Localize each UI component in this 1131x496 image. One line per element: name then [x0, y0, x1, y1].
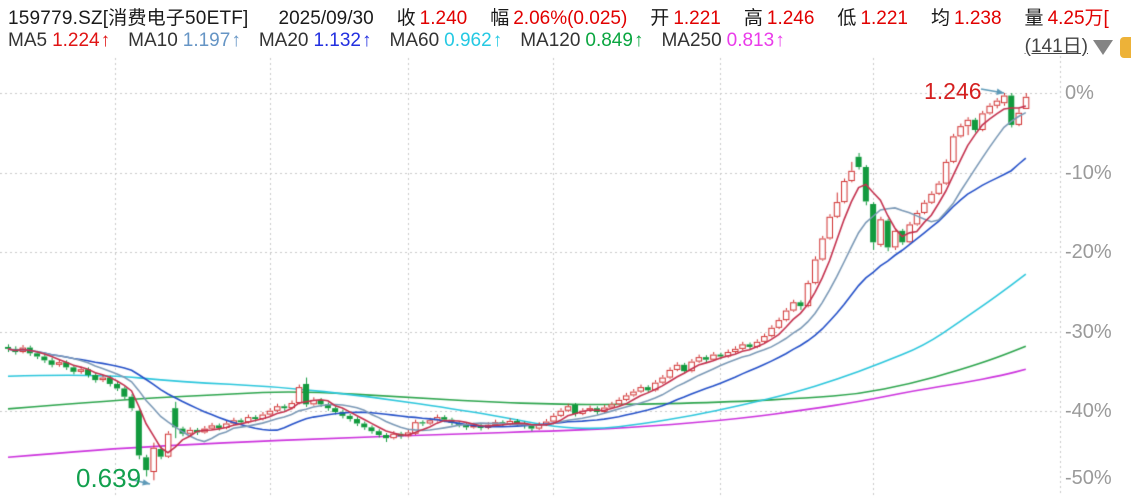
stock-chart-window: { "header": { "symbol": "159779.SZ[消费电子5…	[0, 0, 1131, 496]
up-arrow-icon: ↑	[362, 30, 372, 51]
ma250-legend: MA2500.813↑	[661, 30, 784, 52]
y-axis-label: -10%	[1065, 162, 1129, 185]
y-axis-label: -30%	[1065, 321, 1129, 344]
up-arrow-icon: ↑	[775, 30, 785, 51]
symbol-title: 159779.SZ[消费电子50ETF]	[8, 3, 249, 30]
period-selector[interactable]: (141日)	[1025, 31, 1088, 58]
ma10-legend: MA101.197↑	[128, 30, 241, 52]
ma-legend: MA51.224↑ MA101.197↑ MA201.132↑ MA600.96…	[8, 30, 803, 52]
clipped-button[interactable]	[1120, 37, 1131, 58]
y-axis-label: -50%	[1065, 467, 1129, 490]
ma5-legend: MA51.224↑	[8, 30, 110, 52]
up-arrow-icon: ↑	[101, 30, 111, 51]
high-price-label: 1.246	[924, 78, 982, 105]
quote-header: 159779.SZ[消费电子50ETF] 2025/09/30 收1.240 幅…	[8, 3, 1109, 30]
field-high: 高1.246	[744, 3, 815, 30]
up-arrow-icon: ↑	[493, 30, 503, 51]
field-avg: 均1.238	[931, 3, 1002, 30]
quote-date: 2025/09/30	[279, 8, 374, 30]
up-arrow-icon: ↑	[634, 30, 644, 51]
ma120-legend: MA1200.849↑	[520, 30, 643, 52]
candlestick-chart[interactable]	[0, 0, 1131, 496]
up-arrow-icon: ↑	[231, 30, 241, 51]
ma20-legend: MA201.132↑	[259, 30, 372, 52]
y-axis-label: -20%	[1065, 241, 1129, 264]
field-change: 幅2.06%(0.025)	[490, 3, 627, 30]
field-volume: 量4.25万[	[1025, 3, 1109, 30]
y-axis-label: 0%	[1065, 82, 1129, 105]
dropdown-triangle-icon[interactable]	[1093, 40, 1113, 55]
ma60-legend: MA600.962↑	[390, 30, 503, 52]
y-axis-label: -40%	[1065, 400, 1129, 423]
low-price-label: 0.639	[76, 463, 141, 494]
field-low: 低1.221	[837, 3, 908, 30]
field-open: 开1.221	[650, 3, 721, 30]
field-close: 收1.240	[397, 3, 468, 30]
